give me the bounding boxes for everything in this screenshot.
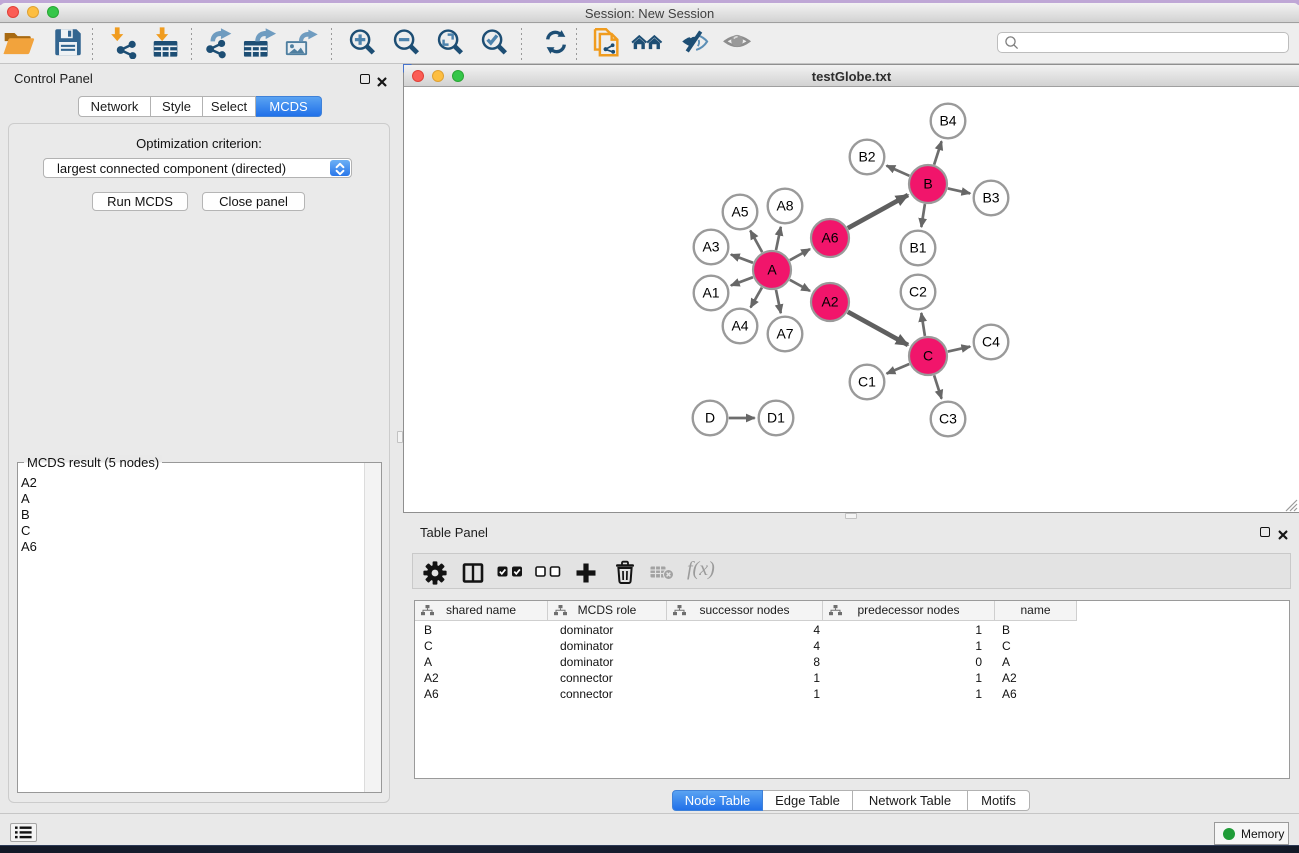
- svg-text:B4: B4: [939, 113, 956, 129]
- svg-text:D: D: [705, 410, 715, 426]
- svg-text:A6: A6: [821, 230, 838, 246]
- svg-text:C: C: [923, 348, 933, 364]
- svg-text:D1: D1: [767, 410, 785, 426]
- svg-text:A2: A2: [821, 294, 838, 310]
- svg-text:B1: B1: [909, 240, 926, 256]
- svg-text:C1: C1: [858, 374, 876, 390]
- svg-text:A8: A8: [776, 198, 793, 214]
- svg-text:A5: A5: [731, 204, 748, 220]
- svg-text:B2: B2: [858, 149, 875, 165]
- svg-text:C2: C2: [909, 284, 927, 300]
- svg-text:A: A: [767, 262, 777, 278]
- svg-text:C3: C3: [939, 411, 957, 427]
- svg-text:A7: A7: [776, 326, 793, 342]
- svg-text:A4: A4: [731, 318, 748, 334]
- svg-text:B: B: [923, 176, 932, 192]
- svg-text:C4: C4: [982, 334, 1000, 350]
- svg-text:A1: A1: [702, 285, 719, 301]
- svg-text:A3: A3: [702, 239, 719, 255]
- svg-text:B3: B3: [982, 190, 999, 206]
